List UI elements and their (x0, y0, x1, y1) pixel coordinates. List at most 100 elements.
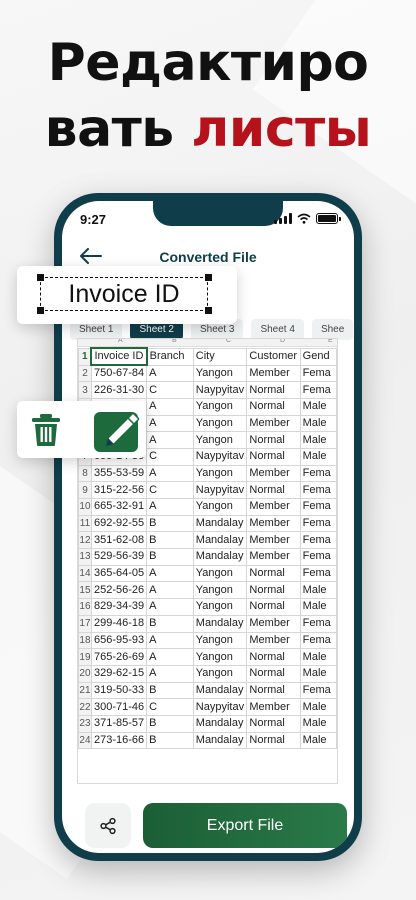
table-cell[interactable]: A (146, 464, 194, 483)
table-cell[interactable]: Male (299, 714, 337, 733)
table-cell[interactable]: Normal (246, 381, 301, 399)
table-cell[interactable]: A (146, 564, 194, 583)
table-cell[interactable]: Male (299, 414, 337, 433)
table-cell[interactable]: Mandalay (192, 731, 248, 750)
table-cell[interactable]: Normal (246, 581, 301, 600)
table-cell[interactable]: 529-56-39 (90, 548, 148, 566)
share-button[interactable] (85, 803, 131, 848)
table-cell[interactable]: Mandalay (192, 614, 248, 633)
table-cell[interactable]: Naypyitav (192, 447, 248, 466)
column-letter[interactable]: D (280, 339, 285, 344)
table-cell[interactable]: Fema (299, 531, 337, 550)
table-cell[interactable]: Male (299, 664, 337, 683)
table-cell[interactable]: Normal (246, 397, 301, 416)
table-cell[interactable]: Mandalay (192, 548, 248, 566)
table-cell[interactable]: C (146, 481, 194, 499)
table-cell[interactable]: B (146, 514, 194, 533)
column-letter[interactable]: A (118, 339, 123, 344)
row-number[interactable]: 2 (78, 364, 92, 383)
table-cell[interactable]: Member (246, 614, 301, 633)
table-cell[interactable]: Fema (299, 681, 337, 700)
table-cell[interactable]: B (146, 681, 194, 700)
export-file-button[interactable]: Export File (143, 803, 347, 848)
table-cell[interactable]: 226-31-30 (90, 381, 148, 399)
table-cell[interactable]: A (146, 598, 194, 616)
table-cell[interactable]: Mandalay (192, 714, 248, 733)
table-cell[interactable]: Yangon (192, 464, 248, 483)
table-cell[interactable]: A (146, 498, 194, 516)
table-cell[interactable]: Male (299, 447, 337, 466)
table-cell[interactable]: Yangon (192, 631, 248, 650)
table-cell[interactable]: B (146, 731, 194, 750)
row-number[interactable]: 3 (78, 381, 92, 399)
table-cell[interactable]: Male (299, 648, 337, 666)
table-cell[interactable]: Normal (246, 431, 301, 449)
table-cell[interactable]: Naypyitav (192, 481, 248, 499)
row-number[interactable]: 24 (78, 731, 92, 750)
table-cell[interactable]: Customer (246, 347, 301, 366)
table-cell[interactable]: B (146, 548, 194, 566)
table-cell[interactable]: A (146, 648, 194, 666)
table-cell[interactable]: A (146, 631, 194, 650)
table-cell[interactable]: B (146, 531, 194, 550)
row-number[interactable]: 13 (78, 548, 92, 566)
row-number[interactable]: 18 (78, 631, 92, 650)
table-cell[interactable]: 351-62-08 (90, 531, 148, 550)
table-cell[interactable]: Member (246, 548, 301, 566)
row-number[interactable]: 17 (78, 614, 92, 633)
table-cell[interactable]: Fema (299, 481, 337, 499)
row-number[interactable]: 8 (78, 464, 92, 483)
table-cell[interactable]: Yangon (192, 648, 248, 666)
table-cell[interactable]: 365-64-05 (90, 564, 148, 583)
table-cell[interactable]: 299-46-18 (90, 614, 148, 633)
table-cell[interactable]: Yangon (192, 414, 248, 433)
table-cell[interactable]: Male (299, 731, 337, 750)
table-cell[interactable]: 829-34-39 (90, 598, 148, 616)
table-cell[interactable]: Yangon (192, 498, 248, 516)
table-cell[interactable]: Member (246, 498, 301, 516)
table-cell[interactable]: Member (246, 631, 301, 650)
table-cell[interactable]: 319-50-33 (90, 681, 148, 700)
table-cell[interactable]: Normal (246, 714, 301, 733)
table-cell[interactable]: Naypyitav (192, 698, 248, 716)
tab-sheet-4[interactable]: Sheet 4 (251, 319, 304, 340)
row-number[interactable]: 15 (78, 581, 92, 600)
selected-cell-text[interactable]: Invoice ID (40, 277, 208, 311)
table-cell[interactable]: Normal (246, 648, 301, 666)
table-cell[interactable]: Member (246, 464, 301, 483)
table-cell[interactable]: Mandalay (192, 531, 248, 550)
row-number[interactable]: 21 (78, 681, 92, 700)
table-cell[interactable]: Fema (299, 381, 337, 399)
row-number[interactable]: 23 (78, 714, 92, 733)
table-cell[interactable]: 329-62-15 (90, 664, 148, 683)
table-cell[interactable]: 656-95-93 (90, 631, 148, 650)
row-number[interactable]: 1 (78, 347, 92, 366)
table-cell[interactable]: Normal (246, 681, 301, 700)
table-cell[interactable]: 273-16-66 (90, 731, 148, 750)
table-cell[interactable]: 315-22-56 (90, 481, 148, 499)
table-cell[interactable]: A (146, 414, 194, 433)
table-cell[interactable]: Naypyitav (192, 381, 248, 399)
table-cell[interactable]: Member (246, 514, 301, 533)
table-cell[interactable]: Normal (246, 447, 301, 466)
row-number[interactable]: 10 (78, 498, 92, 516)
table-cell[interactable]: 355-53-59 (90, 464, 148, 483)
table-cell[interactable]: Fema (299, 498, 337, 516)
table-cell[interactable]: Yangon (192, 397, 248, 416)
table-cell[interactable]: 765-26-69 (90, 648, 148, 666)
table-cell[interactable]: Fema (299, 514, 337, 533)
table-cell[interactable]: 665-32-91 (90, 498, 148, 516)
trash-icon[interactable] (30, 413, 62, 447)
table-cell[interactable]: A (146, 664, 194, 683)
table-cell[interactable]: C (146, 447, 194, 466)
tab-sheet-5[interactable]: Shee (311, 319, 354, 340)
table-cell[interactable]: B (146, 614, 194, 633)
table-cell[interactable]: A (146, 397, 194, 416)
table-cell[interactable]: 300-71-46 (90, 698, 148, 716)
table-cell[interactable]: Fema (299, 631, 337, 650)
table-cell[interactable]: Mandalay (192, 681, 248, 700)
table-cell[interactable]: Male (299, 431, 337, 449)
table-cell[interactable]: Normal (246, 731, 301, 750)
table-cell[interactable]: Branch (146, 347, 194, 366)
table-cell[interactable]: Yangon (192, 664, 248, 683)
